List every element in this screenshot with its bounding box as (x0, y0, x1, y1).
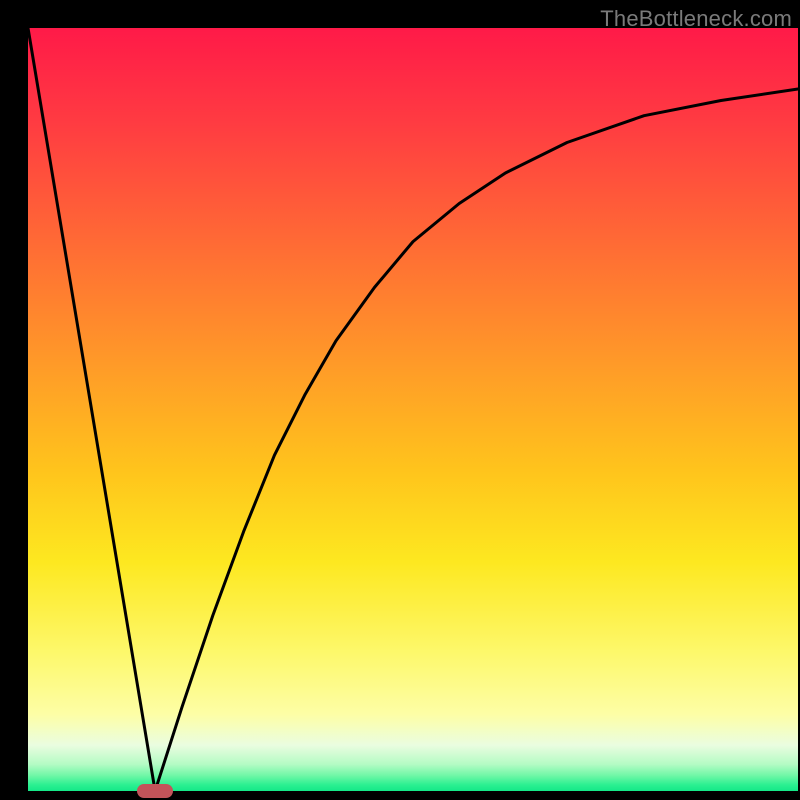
curve-path (28, 28, 798, 791)
watermark-text: TheBottleneck.com (600, 6, 792, 32)
chart-frame: TheBottleneck.com (0, 0, 800, 800)
plot-area (28, 28, 798, 791)
optimum-marker (137, 784, 173, 798)
bottleneck-curve (28, 28, 798, 791)
